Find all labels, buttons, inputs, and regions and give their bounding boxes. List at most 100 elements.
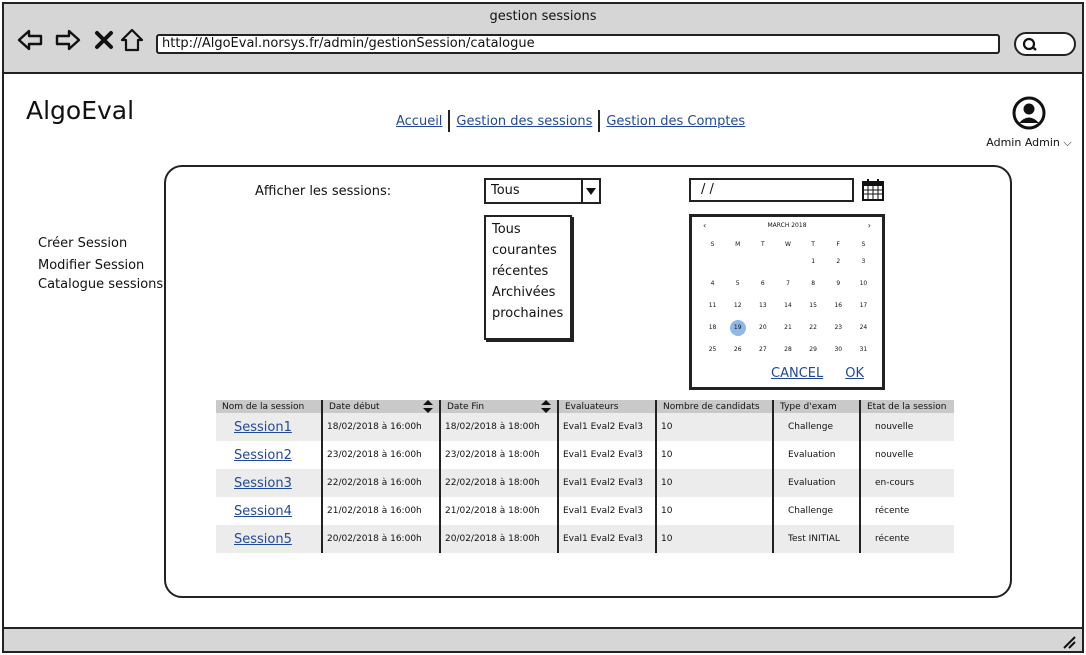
session-filter-select[interactable]: Tous <box>484 178 601 204</box>
session-link[interactable]: Session1 <box>220 420 292 435</box>
cell-text: Challenge <box>788 422 833 432</box>
cell-text: 10 <box>661 478 673 488</box>
cell-evaluateurs: Eval1 Eval2 Eval3 <box>557 469 655 497</box>
cell-text: 22/02/2018 à 16:00h <box>327 478 422 488</box>
stop-x-icon[interactable] <box>90 26 118 54</box>
cell-text: 10 <box>661 534 673 544</box>
calendar-day[interactable]: 18 <box>705 320 721 336</box>
option-archivees[interactable]: Archivées <box>492 282 564 303</box>
calendar-day[interactable]: 10 <box>855 276 871 292</box>
calendar-day[interactable]: 8 <box>805 276 821 292</box>
calendar-day-selected[interactable]: 19 <box>729 320 746 336</box>
resize-grip-icon[interactable] <box>1060 633 1076 649</box>
column-header-label: Nombre de candidats <box>663 401 760 412</box>
sidebar-item-creer-session[interactable]: Créer Session <box>38 233 163 255</box>
column-header-label: Nom de la session <box>222 401 305 412</box>
calendar-day[interactable]: 11 <box>705 298 721 314</box>
calendar-day[interactable]: 17 <box>855 298 871 314</box>
calendar-day[interactable]: 12 <box>730 298 746 314</box>
session-link[interactable]: Session4 <box>220 504 292 519</box>
browser-toolbar: gestion sessions http://AlgoEval.norsys.… <box>4 4 1082 74</box>
date-input[interactable]: / / <box>689 178 854 202</box>
calendar-day[interactable]: 6 <box>755 276 771 292</box>
sort-icon[interactable] <box>423 400 433 413</box>
calendar-ok-button[interactable]: OK <box>845 366 864 381</box>
cell-evaluateurs: Eval1 Eval2 Eval3 <box>557 525 655 553</box>
calendar-day[interactable]: 20 <box>755 320 771 336</box>
nav-link-gestion-sessions[interactable]: Gestion des sessions <box>450 114 598 129</box>
cell-text: Evaluation <box>788 450 836 460</box>
user-menu[interactable]: Admin Admin ⌵ <box>984 96 1074 150</box>
option-courantes[interactable]: courantes <box>492 240 564 261</box>
dropdown-arrow-icon[interactable] <box>581 180 599 202</box>
cell-session-name: Session4 <box>216 497 321 525</box>
calendar-day[interactable]: 25 <box>705 342 721 358</box>
nav-link-accueil[interactable]: Accueil <box>390 114 448 129</box>
calendar-day[interactable]: 31 <box>855 342 871 358</box>
table-row: Session5 20/02/2018 à 16:00h 20/02/2018 à … <box>216 525 954 553</box>
calendar-day[interactable]: 29 <box>805 342 821 358</box>
column-header-evaluateurs: Evaluateurs <box>557 400 655 413</box>
calendar-day[interactable]: 24 <box>855 320 871 336</box>
calendar-weekday: W <box>785 241 791 248</box>
calendar-day[interactable]: 4 <box>705 276 721 292</box>
cell-nombre-candidats: 10 <box>655 525 772 553</box>
column-header-date-debut[interactable]: Date début <box>321 400 439 413</box>
back-arrow-icon[interactable] <box>16 26 44 54</box>
calendar-week-row: 4 5 6 7 8 9 10 <box>700 273 876 295</box>
nav-link-gestion-comptes[interactable]: Gestion des Comptes <box>600 114 751 129</box>
cell-date-fin: 21/02/2018 à 18:00h <box>439 497 557 525</box>
calendar-day[interactable]: 13 <box>755 298 771 314</box>
calendar-day[interactable]: 14 <box>780 298 796 314</box>
home-icon[interactable] <box>118 26 146 54</box>
calendar-day[interactable]: 5 <box>730 276 746 292</box>
forward-arrow-icon[interactable] <box>54 26 82 54</box>
cell-text: 23/02/2018 à 18:00h <box>445 450 540 460</box>
cell-type-exam: Challenge <box>772 413 859 441</box>
calendar-weekday: T <box>761 241 765 248</box>
calendar-day[interactable]: 1 <box>805 254 821 270</box>
calendar-weekday: S <box>710 241 715 248</box>
address-bar[interactable]: http://AlgoEval.norsys.fr/admin/gestionS… <box>156 34 1000 54</box>
calendar-day[interactable]: 22 <box>805 320 821 336</box>
cell-date-fin: 18/02/2018 à 18:00h <box>439 413 557 441</box>
cell-text: 10 <box>661 450 673 460</box>
sidebar-item-catalogue-sessions[interactable]: Catalogue sessions <box>38 274 163 296</box>
cell-session-name: Session2 <box>216 441 321 469</box>
cell-date-fin: 20/02/2018 à 18:00h <box>439 525 557 553</box>
cell-date-debut: 22/02/2018 à 16:00h <box>321 469 439 497</box>
cell-session-name: Session3 <box>216 469 321 497</box>
calendar-day[interactable]: 16 <box>830 298 846 314</box>
cell-etat-session: nouvelle <box>859 441 954 469</box>
calendar-day[interactable]: 23 <box>830 320 846 336</box>
calendar-cancel-button[interactable]: CANCEL <box>771 366 823 381</box>
option-recentes[interactable]: récentes <box>492 261 564 282</box>
column-header-label: Date début <box>329 401 380 412</box>
calendar-day[interactable]: 2 <box>830 254 846 270</box>
cell-date-debut: 21/02/2018 à 16:00h <box>321 497 439 525</box>
cell-text: 22/02/2018 à 18:00h <box>445 478 540 488</box>
sort-icon[interactable] <box>541 400 551 413</box>
calendar-day[interactable]: 30 <box>830 342 846 358</box>
calendar-day[interactable]: 9 <box>830 276 846 292</box>
session-link[interactable]: Session5 <box>220 532 292 547</box>
cell-nombre-candidats: 10 <box>655 469 772 497</box>
session-link[interactable]: Session3 <box>220 476 292 491</box>
calendar-day[interactable]: 3 <box>855 254 871 270</box>
calendar-day[interactable]: 28 <box>780 342 796 358</box>
option-tous[interactable]: Tous <box>492 219 564 240</box>
calendar-icon[interactable] <box>861 178 885 206</box>
cell-nombre-candidats: 10 <box>655 413 772 441</box>
calendar-day[interactable]: 21 <box>780 320 796 336</box>
column-header-date-fin[interactable]: Date Fin <box>439 400 557 413</box>
calendar-day[interactable]: 15 <box>805 298 821 314</box>
calendar-day[interactable]: 27 <box>755 342 771 358</box>
session-link[interactable]: Session2 <box>220 448 292 463</box>
column-header-label: Etat de la session <box>867 401 947 412</box>
calendar-day[interactable]: 7 <box>780 276 796 292</box>
calendar-day[interactable]: 26 <box>730 342 746 358</box>
cell-text: 23/02/2018 à 16:00h <box>327 450 422 460</box>
option-prochaines[interactable]: prochaines <box>492 303 564 324</box>
calendar-next-button[interactable]: › <box>868 221 871 230</box>
browser-search[interactable] <box>1014 32 1076 56</box>
